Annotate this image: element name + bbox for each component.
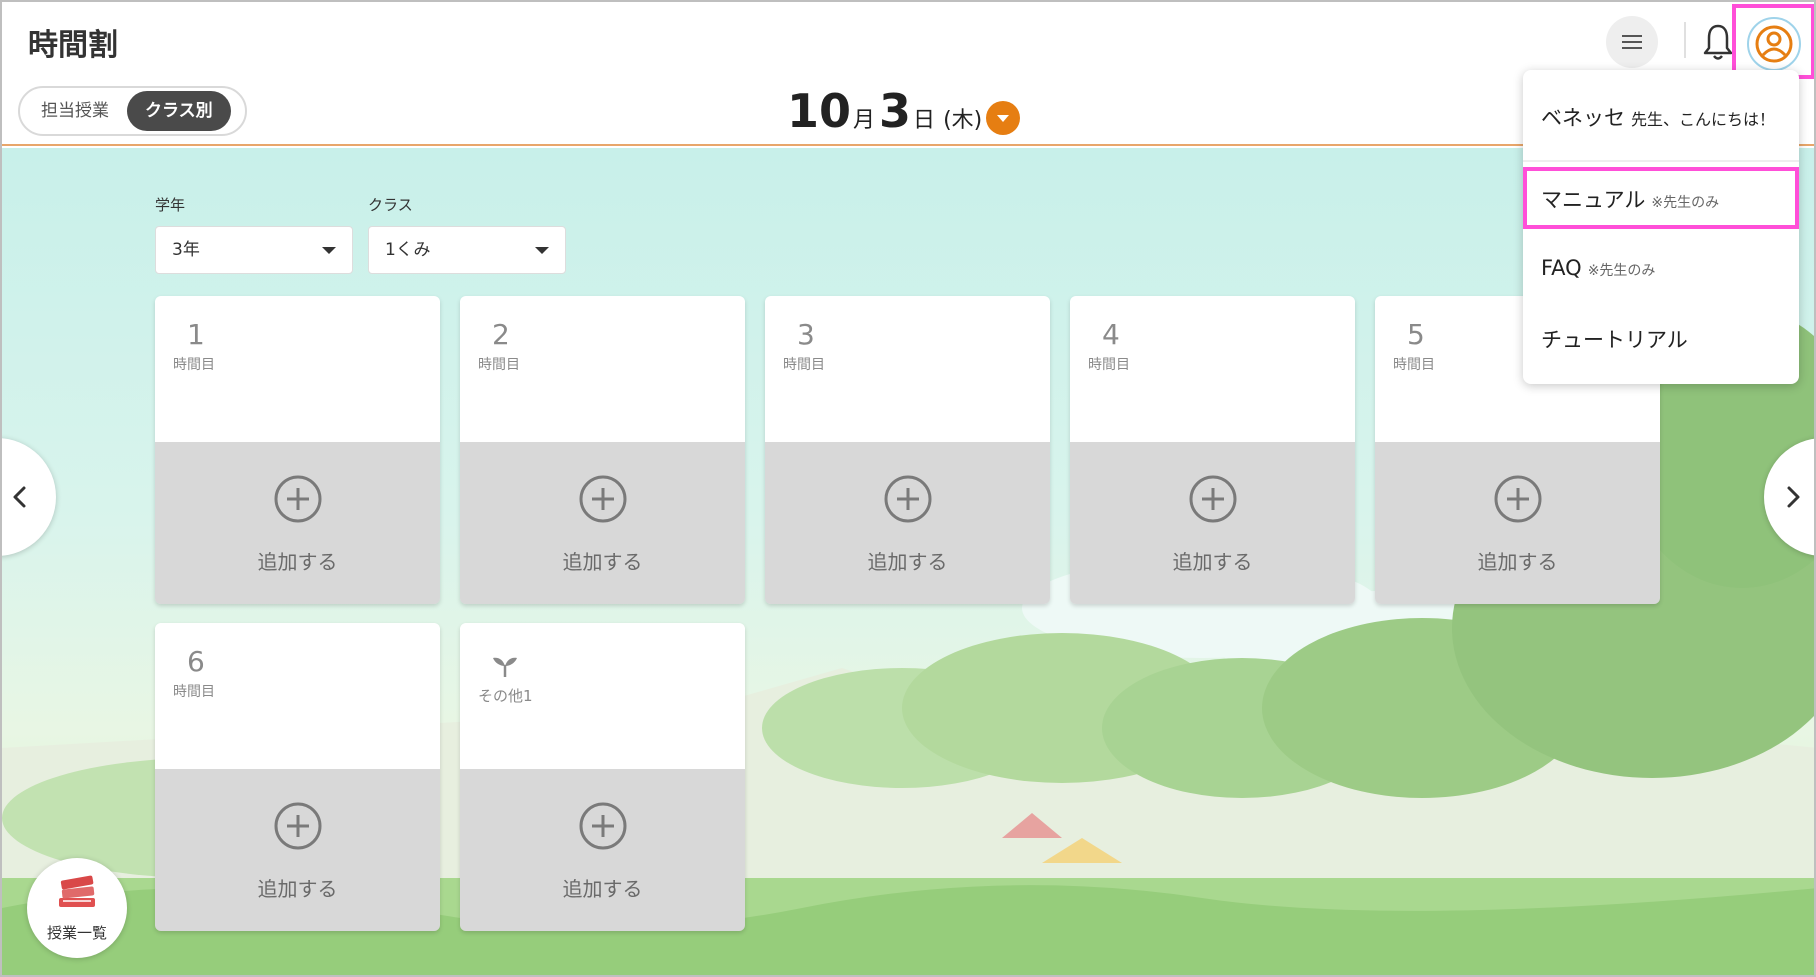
add-label: 追加する: [257, 550, 338, 574]
chevron-right-icon: [1787, 486, 1800, 508]
period-label: 時間目: [783, 357, 825, 373]
date-picker-button[interactable]: [986, 101, 1020, 135]
period-label: 時間目: [478, 357, 520, 373]
period-header: 6 時間目: [155, 623, 440, 769]
period-card-2: 2 時間目 追加する: [460, 296, 745, 604]
plus-circle-icon: [1189, 475, 1237, 523]
chevron-down-icon: [322, 247, 336, 254]
period-card-3: 3 時間目 追加する: [765, 296, 1050, 604]
period-card-1: 1 時間目 追加する: [155, 296, 440, 604]
date-month-unit: 月: [853, 108, 876, 133]
period-header: 4 時間目: [1070, 296, 1355, 442]
app-window: 時間割 担当授業 クラス別 10 月 3 日 (木) 学年 3年 クラス 1くみ…: [0, 0, 1816, 977]
add-lesson-button[interactable]: 追加する: [1375, 442, 1660, 604]
plus-circle-icon: [274, 802, 322, 850]
add-label: 追加する: [562, 550, 643, 574]
profile-highlight: [1732, 4, 1814, 79]
date-month: 10: [787, 84, 852, 138]
chevron-left-icon: [13, 486, 26, 508]
chevron-down-icon: [535, 247, 549, 254]
add-label: 追加する: [1477, 550, 1558, 574]
menu-item-label: FAQ: [1541, 256, 1582, 280]
period-card-other: その他1 追加する: [460, 623, 745, 931]
hamburger-icon[interactable]: [1606, 16, 1658, 68]
add-label: 追加する: [867, 550, 948, 574]
plus-circle-icon: [1494, 475, 1542, 523]
class-select-value: 1くみ: [385, 240, 431, 260]
page-title: 時間割: [28, 28, 118, 63]
period-label: 時間目: [173, 684, 215, 700]
period-card-4: 4 時間目 追加する: [1070, 296, 1355, 604]
period-label: 時間目: [1088, 357, 1130, 373]
plus-circle-icon: [579, 802, 627, 850]
date-day: 3: [879, 84, 912, 138]
other-period-label: その他1: [478, 687, 533, 705]
lessons-list-button[interactable]: 授業一覧: [27, 858, 127, 958]
greeting-text: 先生、こんにちは！: [1631, 110, 1776, 129]
header-divider: [1684, 22, 1686, 58]
sprout-icon: [493, 657, 517, 677]
add-label: 追加する: [257, 877, 338, 901]
period-header: その他1: [460, 623, 745, 769]
plus-circle-icon: [884, 475, 932, 523]
add-lesson-button[interactable]: 追加する: [765, 442, 1050, 604]
toggle-by-class[interactable]: クラス別: [127, 91, 231, 131]
user-menu: ベネッセ 先生、こんにちは！ マニュアル ※先生のみ FAQ ※先生のみ チュートリア…: [1523, 70, 1799, 384]
menu-item-note: ※先生のみ: [1587, 263, 1656, 279]
grade-select-value: 3年: [172, 240, 200, 260]
toggle-assigned-lessons[interactable]: 担当授業: [23, 91, 127, 131]
grade-select[interactable]: 3年: [155, 226, 353, 274]
plus-circle-icon: [274, 475, 322, 523]
user-greeting: ベネッセ 先生、こんにちは！: [1541, 102, 1775, 132]
prev-day-button[interactable]: [2, 438, 56, 556]
period-number: 6: [187, 645, 205, 678]
menu-item-manual[interactable]: マニュアル ※先生のみ: [1541, 184, 1719, 214]
period-header: 1 時間目: [155, 296, 440, 442]
period-header: 3 時間目: [765, 296, 1050, 442]
period-label: 時間目: [173, 357, 215, 373]
add-label: 追加する: [562, 877, 643, 901]
plus-circle-icon: [579, 475, 627, 523]
view-toggle: 担当授業 クラス別: [18, 86, 247, 136]
menu-item-label: チュートリアル: [1541, 328, 1688, 352]
menu-item-tutorial[interactable]: チュートリアル: [1541, 324, 1688, 354]
period-number: 2: [492, 318, 510, 351]
menu-item-label: マニュアル: [1541, 188, 1646, 212]
period-number: 3: [797, 318, 815, 351]
add-lesson-button[interactable]: 追加する: [1070, 442, 1355, 604]
date-display: 10 月 3 日 (木): [787, 84, 982, 138]
menu-item-note: ※先生のみ: [1651, 195, 1720, 211]
class-select[interactable]: 1くみ: [368, 226, 566, 274]
class-label: クラス: [368, 196, 413, 214]
period-number: 5: [1407, 318, 1425, 351]
bell-icon[interactable]: [1701, 22, 1735, 62]
add-lesson-button[interactable]: 追加する: [155, 769, 440, 931]
period-number: 4: [1102, 318, 1120, 351]
user-name: ベネッセ: [1541, 106, 1625, 130]
menu-divider: [1523, 160, 1799, 162]
add-label: 追加する: [1172, 550, 1253, 574]
user-circle-icon[interactable]: [1747, 17, 1801, 71]
add-lesson-button[interactable]: 追加する: [155, 442, 440, 604]
period-number: 1: [187, 318, 205, 351]
add-lesson-button[interactable]: 追加する: [460, 442, 745, 604]
date-day-unit: 日: [913, 108, 936, 133]
date-weekday: (木): [943, 108, 983, 133]
next-day-button[interactable]: [1764, 438, 1814, 556]
lessons-list-label: 授業一覧: [46, 924, 107, 942]
menu-item-faq[interactable]: FAQ ※先生のみ: [1541, 256, 1655, 280]
period-header: 2 時間目: [460, 296, 745, 442]
period-card-6: 6 時間目 追加する: [155, 623, 440, 931]
grade-label: 学年: [155, 196, 186, 214]
books-icon: [59, 875, 95, 907]
period-label: 時間目: [1393, 357, 1435, 373]
add-lesson-button[interactable]: 追加する: [460, 769, 745, 931]
